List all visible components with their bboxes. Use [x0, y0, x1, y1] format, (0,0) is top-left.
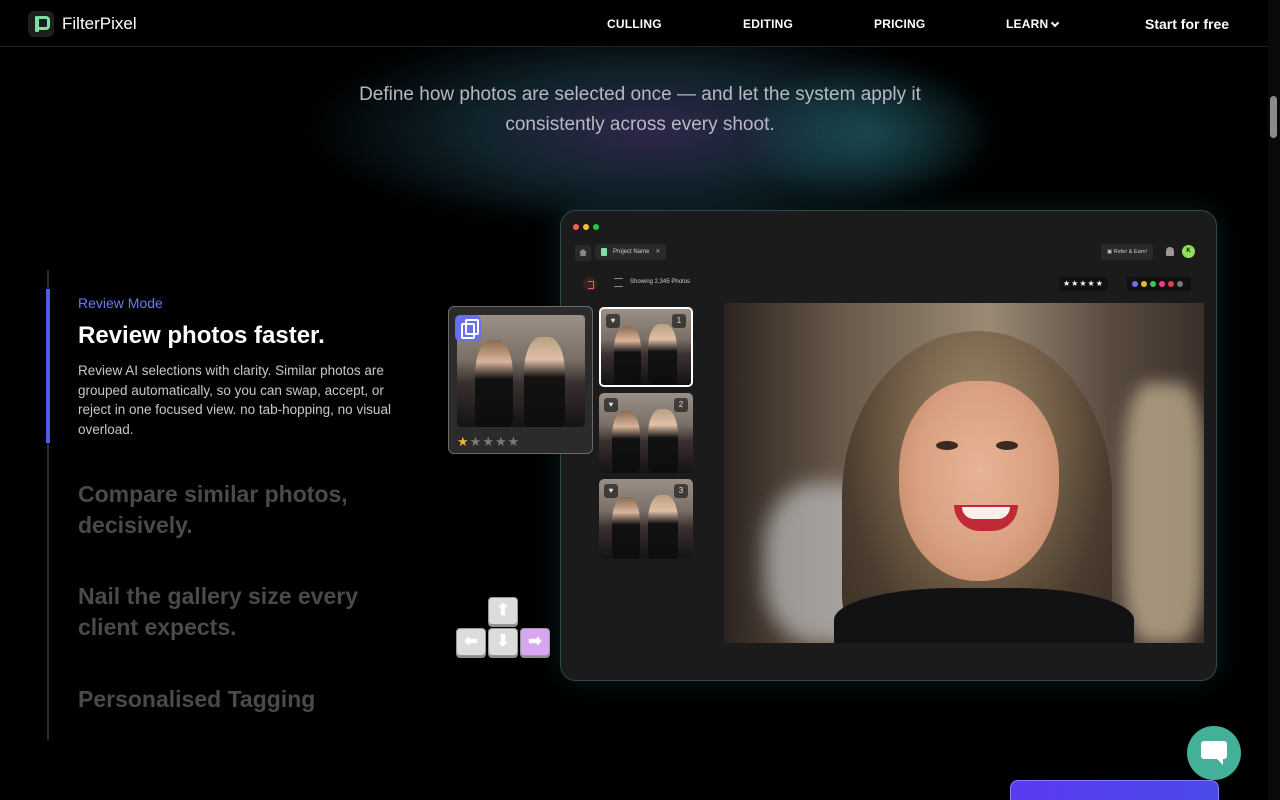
thumbnail-number: 1: [672, 314, 686, 328]
scrollbar[interactable]: [1268, 0, 1280, 800]
color-label-filter: [1127, 277, 1191, 291]
nav-link-pricing[interactable]: PRICING: [874, 17, 925, 31]
star-icon: ★: [457, 434, 470, 449]
minimize-dot-icon: [583, 224, 589, 230]
arrow-left-key: ⬅: [456, 628, 486, 656]
star-icon: ★: [507, 434, 521, 449]
feature-description: Review AI selections with clarity. Simil…: [78, 363, 391, 437]
star-icon: ★: [469, 434, 483, 449]
color-label-dot: [1141, 281, 1147, 287]
refer-earn-label: Refer & Earn!: [1113, 249, 1148, 255]
feature-eyebrow: Review Mode: [78, 295, 163, 311]
feature-item-gallery-size[interactable]: Nail the gallery size every client expec…: [78, 581, 378, 643]
nav-link-editing[interactable]: EDITING: [743, 17, 793, 31]
thumbnail-2: ♥ 2: [599, 393, 693, 473]
color-label-dot: [1168, 281, 1174, 287]
scrollbar-thumb[interactable]: [1270, 96, 1277, 138]
close-dot-icon: [573, 224, 579, 230]
arrow-down-key: ⬇: [488, 628, 518, 656]
star-icon: ★: [494, 434, 508, 449]
thumbnail-3: ♥ 3: [599, 479, 693, 559]
arrow-right-key: ➡: [520, 628, 550, 656]
window-controls: [573, 224, 599, 230]
thumbnail-1: ♥ 1: [599, 307, 693, 387]
home-icon: [575, 245, 591, 261]
star-icon: ★: [482, 434, 495, 449]
chevron-down-icon: [1051, 18, 1060, 27]
nav-link-culling[interactable]: CULLING: [607, 17, 662, 31]
floating-photo-card: ★★★★★: [448, 306, 593, 454]
arrow-up-key: ⬆: [488, 597, 518, 625]
app-mockup: Project Name ✕ ▣ Refer & Earn! K Showing …: [560, 210, 1217, 681]
project-tab-label: Project Name: [613, 249, 650, 255]
project-tab: Project Name ✕: [595, 244, 667, 260]
nav-link-learn-label: LEARN: [1006, 17, 1049, 31]
heart-icon: ♥: [604, 398, 618, 412]
color-label-dot: [1177, 281, 1183, 287]
feature-rail-active-indicator: [46, 289, 50, 443]
exit-icon: [583, 277, 597, 291]
color-label-dot: [1132, 281, 1138, 287]
filterpixel-logo-icon: [28, 11, 54, 37]
main-photo-preview: [724, 303, 1204, 643]
filter-icon: [614, 278, 623, 287]
color-label-dot: [1150, 281, 1156, 287]
hero-subtitle: Define how photos are selected once — an…: [359, 84, 921, 135]
copy-group-icon: [455, 315, 481, 341]
bell-icon: [1166, 247, 1174, 256]
refer-earn-button: ▣ Refer & Earn!: [1101, 244, 1154, 260]
photo-count: Showing 2,345 Photos: [630, 279, 691, 285]
close-icon: ✕: [655, 249, 661, 255]
rating-filter: ★★★★★: [1059, 277, 1108, 291]
star-rating: ★★★★★: [457, 434, 520, 450]
thumbnail-number: 3: [674, 484, 688, 498]
color-label-dot: [1159, 281, 1165, 287]
bottom-cta-button[interactable]: [1010, 780, 1219, 800]
gift-icon: ▣: [1107, 249, 1114, 255]
heart-icon: ♥: [606, 314, 620, 328]
top-nav: FilterPixel CULLING EDITING PRICING LEAR…: [0, 0, 1268, 47]
brand-name: FilterPixel: [62, 14, 137, 33]
nav-link-learn[interactable]: LEARN: [1006, 17, 1060, 31]
start-for-free-link[interactable]: Start for free: [1145, 16, 1229, 32]
heart-icon: ♥: [604, 484, 618, 498]
feature-title: Review photos faster.: [78, 322, 325, 349]
thumbnail-number: 2: [674, 398, 688, 412]
brand-logo[interactable]: FilterPixel: [28, 11, 137, 37]
chat-button[interactable]: [1187, 726, 1241, 780]
feature-item-compare[interactable]: Compare similar photos, decisively.: [78, 479, 378, 541]
maximize-dot-icon: [593, 224, 599, 230]
avatar: K: [1182, 245, 1195, 258]
feature-item-tagging[interactable]: Personalised Tagging: [78, 684, 378, 715]
